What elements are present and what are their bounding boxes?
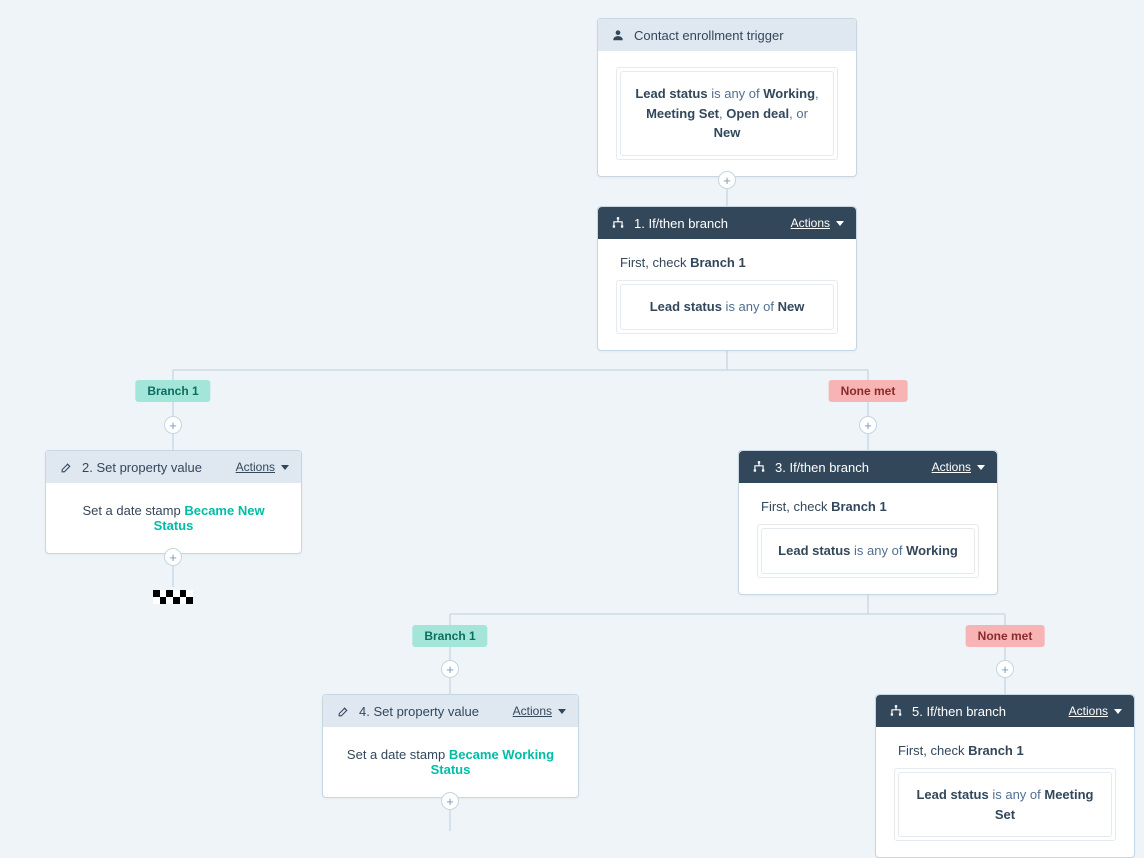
node-5-actions[interactable]: Actions bbox=[1069, 704, 1122, 718]
node-4-actions[interactable]: Actions bbox=[513, 704, 566, 718]
node-5-body: First, check Branch 1 Lead status is any… bbox=[876, 727, 1134, 857]
add-step-button[interactable]: + bbox=[859, 416, 877, 434]
node-3-condition: Lead status is any of Working bbox=[761, 528, 975, 574]
node-3-firstcheck: First, check Branch 1 bbox=[757, 499, 979, 524]
add-step-button[interactable]: + bbox=[718, 171, 736, 189]
node-1-card[interactable]: 1. If/then branch Actions First, check B… bbox=[597, 206, 857, 351]
branch-label-teal: Branch 1 bbox=[135, 380, 210, 402]
node-5-title: 5. If/then branch bbox=[912, 704, 1069, 719]
node-3-title: 3. If/then branch bbox=[775, 460, 932, 475]
node-2-header: 2. Set property value Actions bbox=[46, 451, 301, 483]
node-5-header: 5. If/then branch Actions bbox=[876, 695, 1134, 727]
node-3-header: 3. If/then branch Actions bbox=[739, 451, 997, 483]
node-1-body: First, check Branch 1 Lead status is any… bbox=[598, 239, 856, 350]
node-2-text: Set a date stamp Became New Status bbox=[82, 503, 264, 533]
branch-icon bbox=[888, 703, 904, 719]
node-4-text: Set a date stamp Became Working Status bbox=[347, 747, 554, 777]
trigger-body: Lead status is any of Working, Meeting S… bbox=[598, 51, 856, 176]
contact-icon bbox=[610, 27, 626, 43]
node-2-title: 2. Set property value bbox=[82, 460, 236, 475]
branch-label-salmon: None met bbox=[829, 380, 908, 402]
node-5-card[interactable]: 5. If/then branch Actions First, check B… bbox=[875, 694, 1135, 858]
node-3-card[interactable]: 3. If/then branch Actions First, check B… bbox=[738, 450, 998, 595]
add-step-button[interactable]: + bbox=[441, 792, 459, 810]
node-1-firstcheck: First, check Branch 1 bbox=[616, 255, 838, 280]
node-1-actions[interactable]: Actions bbox=[791, 216, 844, 230]
node-1-title: 1. If/then branch bbox=[634, 216, 791, 231]
node-4-header: 4. Set property value Actions bbox=[323, 695, 578, 727]
node-5-condition: Lead status is any of Meeting Set bbox=[898, 772, 1112, 837]
node-3-body: First, check Branch 1 Lead status is any… bbox=[739, 483, 997, 594]
add-step-button[interactable]: + bbox=[164, 416, 182, 434]
branch-icon bbox=[610, 215, 626, 231]
add-step-button[interactable]: + bbox=[164, 548, 182, 566]
trigger-card[interactable]: Contact enrollment trigger Lead status i… bbox=[597, 18, 857, 177]
node-2-actions[interactable]: Actions bbox=[236, 460, 289, 474]
branch-label-teal: Branch 1 bbox=[412, 625, 487, 647]
add-step-button[interactable]: + bbox=[996, 660, 1014, 678]
branch-icon bbox=[751, 459, 767, 475]
node-5-firstcheck: First, check Branch 1 bbox=[894, 743, 1116, 768]
node-4-card[interactable]: 4. Set property value Actions Set a date… bbox=[322, 694, 579, 798]
node-2-card[interactable]: 2. Set property value Actions Set a date… bbox=[45, 450, 302, 554]
node-2-body: Set a date stamp Became New Status bbox=[46, 483, 301, 553]
node-3-actions[interactable]: Actions bbox=[932, 460, 985, 474]
trigger-title: Contact enrollment trigger bbox=[634, 28, 844, 43]
add-step-button[interactable]: + bbox=[441, 660, 459, 678]
node-4-body: Set a date stamp Became Working Status bbox=[323, 727, 578, 797]
finish-icon bbox=[153, 590, 193, 604]
edit-icon bbox=[58, 459, 74, 475]
branch-label-salmon: None met bbox=[966, 625, 1045, 647]
node-1-header: 1. If/then branch Actions bbox=[598, 207, 856, 239]
trigger-condition: Lead status is any of Working, Meeting S… bbox=[620, 71, 834, 156]
node-4-title: 4. Set property value bbox=[359, 704, 513, 719]
trigger-header: Contact enrollment trigger bbox=[598, 19, 856, 51]
edit-icon bbox=[335, 703, 351, 719]
node-1-condition: Lead status is any of New bbox=[620, 284, 834, 330]
